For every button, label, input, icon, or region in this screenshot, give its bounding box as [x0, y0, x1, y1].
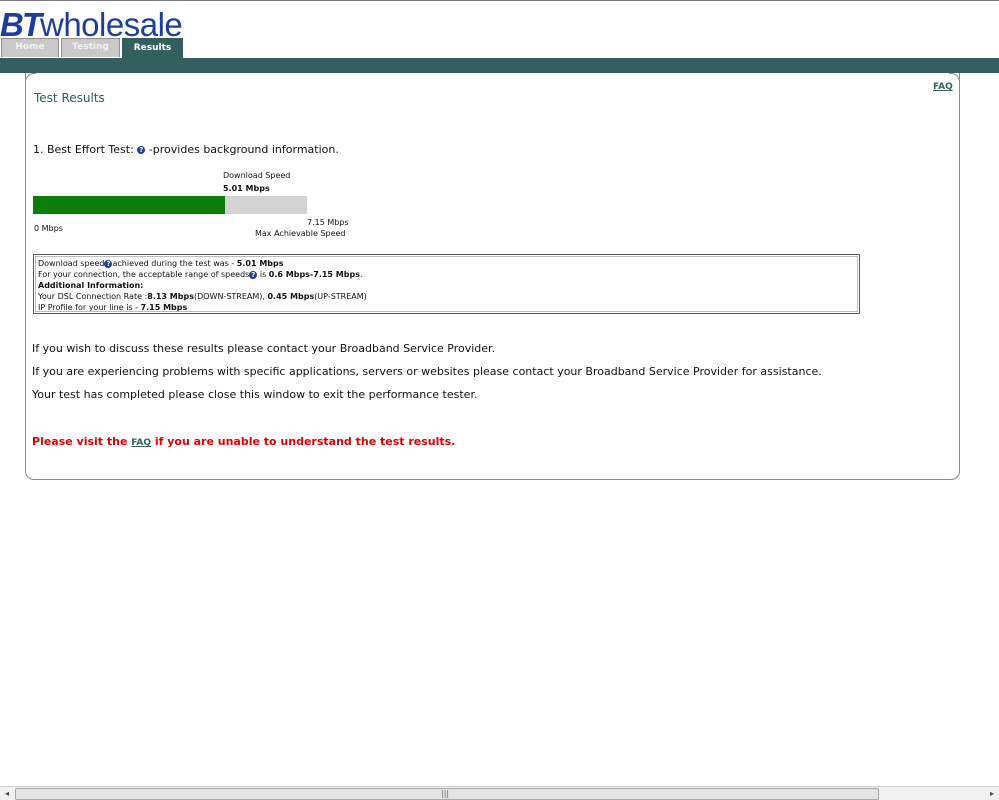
scrollbar-thumb[interactable]: ||| — [15, 788, 879, 800]
info-ip-profile-line: IP Profile for your line is - 7.15 Mbps — [38, 302, 855, 313]
info-dsl-down-value: 8.13 Mbps — [147, 292, 194, 301]
contact-provider-text: If you wish to discuss these results ple… — [32, 342, 496, 355]
tab-testing[interactable]: Testing — [61, 38, 120, 57]
panel-corner-left — [25, 73, 36, 84]
speed-bar-min: 0 Mbps — [34, 224, 63, 233]
horizontal-scrollbar[interactable]: ◂ ||| ▸ — [0, 786, 999, 800]
best-effort-test-line: 1. Best Effort Test: ? -provides backgro… — [33, 143, 339, 156]
speed-bar-fill — [33, 196, 225, 214]
close-window-text: Your test has completed please close thi… — [32, 388, 478, 401]
info-download-line: Download speed? achieved during the test … — [38, 258, 855, 269]
info-dsl-up-label: (UP-STREAM) — [314, 292, 367, 301]
speed-bar-track — [33, 196, 307, 214]
faq-link[interactable]: FAQ — [933, 82, 953, 92]
tab-results[interactable]: Results — [122, 38, 183, 58]
scroll-right-arrow-icon[interactable]: ▸ — [986, 788, 998, 799]
info-dsl-up-value: 0.45 Mbps — [267, 292, 315, 301]
info-range-value: 0.6 Mbps-7.15 Mbps — [268, 270, 360, 279]
info-download-text: achieved during the test was - — [112, 259, 237, 268]
notice-faq-link[interactable]: FAQ — [131, 438, 151, 448]
download-speed-label: Download Speed — [223, 171, 291, 180]
faq-notice: Please visit the FAQ if you are unable t… — [32, 435, 455, 448]
info-ip-profile-value: 7.15 Mbps — [140, 303, 188, 312]
info-range-line: For your connection, the acceptable rang… — [38, 269, 855, 280]
info-dsl-line: Your DSL Connection Rate :8.13 Mbps(DOWN… — [38, 291, 855, 302]
test-description: -provides background information. — [145, 143, 339, 156]
info-range-label: For your connection, the acceptable rang… — [38, 270, 250, 279]
notice-post: if you are unable to understand the test… — [151, 435, 456, 448]
info-range-text: is — [257, 270, 269, 279]
tab-home[interactable]: Home — [1, 38, 59, 57]
problems-text: If you are experiencing problems with sp… — [32, 365, 822, 378]
results-info-box: Download speed? achieved during the test … — [33, 254, 860, 314]
page-title: Test Results — [34, 91, 105, 105]
info-dsl-label: Your DSL Connection Rate : — [38, 292, 148, 301]
header-bar — [0, 58, 999, 73]
test-label: 1. Best Effort Test: — [33, 143, 134, 156]
info-dsl-down-label: (DOWN-STREAM), — [193, 292, 268, 301]
scrollbar-grip-icon: ||| — [441, 789, 450, 798]
notice-pre: Please visit the — [32, 435, 132, 448]
info-additional-heading: Additional Information: — [38, 281, 144, 290]
info-ip-profile-label: IP Profile for your line is - — [38, 303, 141, 312]
max-achievable-speed-label: Max Achievable Speed — [255, 229, 346, 238]
scroll-left-arrow-icon[interactable]: ◂ — [1, 788, 13, 799]
top-border — [0, 0, 999, 1]
download-speed-value: 5.01 Mbps — [223, 184, 270, 193]
bt-wholesale-logo: BTwholesale — [0, 8, 183, 42]
speed-bar-max: 7.15 Mbps — [307, 218, 349, 227]
info-download-label: Download speed — [38, 259, 105, 268]
info-range-end: . — [359, 270, 363, 279]
info-download-value: 5.01 Mbps — [236, 259, 284, 268]
